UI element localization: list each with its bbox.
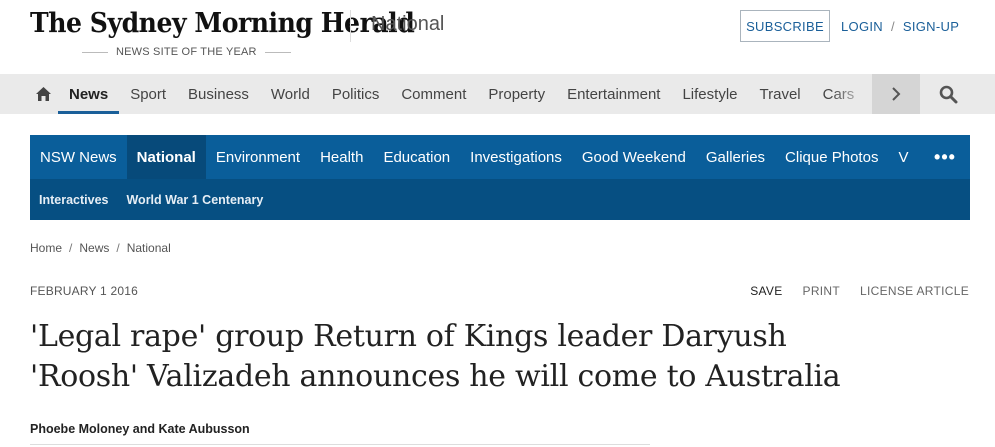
more-dots-icon[interactable]: ••• xyxy=(920,135,970,179)
chevron-right-icon[interactable] xyxy=(872,74,920,114)
subnav-item-interactives[interactable]: Interactives xyxy=(30,193,117,207)
tagline-rule-right xyxy=(264,51,291,53)
section-item-galleries[interactable]: Galleries xyxy=(696,135,775,179)
breadcrumb-home[interactable]: Home xyxy=(30,241,62,255)
breadcrumb: Home / News / National xyxy=(30,241,171,255)
nav-item-entertainment[interactable]: Entertainment xyxy=(556,74,671,114)
nav-item-news[interactable]: News xyxy=(58,74,120,114)
article-headline: 'Legal rape' group Return of Kings leade… xyxy=(30,317,970,397)
article-actions: SAVE PRINT LICENSE ARTICLE xyxy=(750,284,969,298)
primary-nav-items: News Sport Business World Politics Comme… xyxy=(58,74,870,114)
article-date: FEBRUARY 1 2016 xyxy=(30,284,138,298)
headline-line-1: 'Legal rape' group Return of Kings leade… xyxy=(30,319,787,354)
home-icon[interactable] xyxy=(28,74,58,114)
section-item-investigations[interactable]: Investigations xyxy=(460,135,572,179)
nav-item-sport[interactable]: Sport xyxy=(119,74,177,114)
nav-item-politics[interactable]: Politics xyxy=(321,74,391,114)
section-item-nsw-news[interactable]: NSW News xyxy=(30,135,127,179)
nav-item-property[interactable]: Property xyxy=(477,74,556,114)
site-tagline: NEWS SITE OF THE YEAR xyxy=(82,46,291,58)
breadcrumb-news[interactable]: News xyxy=(79,241,109,255)
byline-divider xyxy=(30,444,650,445)
section-item-good-weekend[interactable]: Good Weekend xyxy=(572,135,696,179)
section-title[interactable]: National xyxy=(371,13,444,36)
login-link[interactable]: LOGIN xyxy=(841,19,883,34)
search-icon[interactable] xyxy=(928,74,968,114)
login-separator: / xyxy=(890,19,895,34)
article-byline[interactable]: Phoebe Moloney and Kate Aubusson xyxy=(30,422,250,436)
print-button[interactable]: PRINT xyxy=(803,284,841,298)
breadcrumb-separator: / xyxy=(69,241,73,255)
nav-item-comment[interactable]: Comment xyxy=(390,74,477,114)
section-item-education[interactable]: Education xyxy=(373,135,460,179)
signup-link[interactable]: SIGN-UP xyxy=(903,19,959,34)
site-logo[interactable]: The Sydney Morning Herald xyxy=(30,8,415,39)
tagline-rule-left xyxy=(82,51,108,53)
masthead: The Sydney Morning Herald NEWS SITE OF T… xyxy=(0,0,995,74)
breadcrumb-separator: / xyxy=(116,241,120,255)
section-item-national[interactable]: National xyxy=(126,135,206,179)
nav-item-world[interactable]: World xyxy=(260,74,321,114)
tagline-text: NEWS SITE OF THE YEAR xyxy=(116,46,257,58)
nav-fade xyxy=(830,74,872,114)
nav-item-lifestyle[interactable]: Lifestyle xyxy=(671,74,748,114)
section-subnav: Interactives World War 1 Centenary xyxy=(30,179,970,220)
nav-item-business[interactable]: Business xyxy=(177,74,260,114)
primary-nav: News Sport Business World Politics Comme… xyxy=(0,74,995,114)
save-button[interactable]: SAVE xyxy=(750,284,782,298)
masthead-divider xyxy=(350,10,351,42)
breadcrumb-national[interactable]: National xyxy=(127,241,171,255)
section-item-environment[interactable]: Environment xyxy=(206,135,310,179)
section-item-truncated[interactable]: V xyxy=(888,135,918,179)
nav-item-travel[interactable]: Travel xyxy=(749,74,812,114)
license-article-button[interactable]: LICENSE ARTICLE xyxy=(860,284,969,298)
subscribe-button[interactable]: SUBSCRIBE xyxy=(740,10,830,42)
section-item-clique-photos[interactable]: Clique Photos xyxy=(775,135,888,179)
section-item-health[interactable]: Health xyxy=(310,135,373,179)
subnav-item-ww1-centenary[interactable]: World War 1 Centenary xyxy=(117,193,272,207)
section-nav-items: NSW News National Environment Health Edu… xyxy=(30,135,920,179)
section-nav: NSW News National Environment Health Edu… xyxy=(30,135,970,220)
headline-line-2: 'Roosh' Valizadeh announces he will come… xyxy=(30,359,841,394)
account-links: LOGIN / SIGN-UP xyxy=(841,19,959,34)
